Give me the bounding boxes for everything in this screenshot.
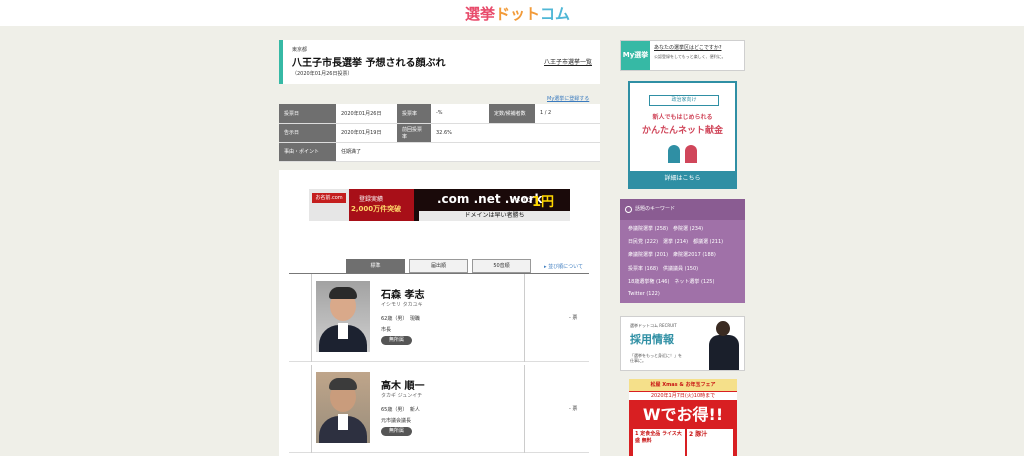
donation-header: 政治家向け: [649, 95, 719, 106]
fair-box-2: 2 豚汁: [687, 429, 733, 456]
ad-domain-word: ドメイン: [509, 197, 534, 204]
candidates-section: お名前.com 登録実績 2,000万件突破 .com .net .work ド…: [279, 170, 600, 456]
ad-red-panel: 登録実績 2,000万件突破: [349, 189, 414, 221]
candidate-photo: [316, 281, 370, 352]
candidate-votes: - 票: [569, 406, 578, 412]
candidate-age: 65歳（男） 新人: [381, 407, 420, 413]
logo-text-1: 選挙: [465, 5, 496, 23]
election-info-table: 投票日 2020年01月26日 投票率 -% 定数/候補者数 1 / 2 告示日…: [279, 104, 600, 162]
recruit-person-image: [705, 319, 743, 370]
divider: [311, 274, 312, 362]
keywords-header: 話題のキーワード: [620, 199, 745, 220]
election-date-note: （2020年01月26日投票）: [292, 71, 353, 77]
candidate-kana: タカギ ジュンイチ: [381, 393, 423, 399]
handshake-icon: [668, 141, 698, 163]
info-value: 32.6%: [431, 123, 600, 143]
keyword-line[interactable]: 参議院選挙 (258) 参院選 (234): [628, 225, 743, 232]
candidate-name[interactable]: 石森 孝志: [381, 286, 424, 301]
site-header: 選挙ドットコム: [0, 0, 1024, 26]
matsuya-fair-ad[interactable]: 松屋 Xmas & お年玉フェア 2020年1月7日(火)10時まで Wでお得!…: [629, 379, 737, 456]
keyword-line[interactable]: Twitter (122): [628, 291, 743, 297]
ad-logo-tile: お名前.com: [309, 189, 349, 221]
recruit-title: 採用情報: [630, 333, 674, 346]
my-election-badge: My選挙: [621, 41, 650, 70]
donation-line2: かんたんネット献金: [641, 126, 723, 136]
my-election-register-link[interactable]: My選挙に登録する: [547, 95, 589, 102]
divider: [524, 274, 525, 362]
info-key: 告示日: [279, 123, 336, 143]
info-row: 投票日 2020年01月26日 投票率 -% 定数/候補者数 1 / 2: [279, 104, 600, 124]
party-badge: 無所属: [381, 427, 412, 436]
candidate-position: 元市議会議長: [381, 418, 412, 424]
prefecture-label: 東京都: [292, 47, 308, 53]
candidate-photo: [316, 372, 370, 443]
donation-line1: 新人でもはじめられる: [652, 114, 713, 121]
site-logo[interactable]: 選挙ドットコム: [465, 3, 570, 24]
info-key: 事由・ポイント: [279, 142, 336, 162]
candidate-position: 市長: [381, 327, 392, 333]
candidate-row[interactable]: 高木 順一 タカギ ジュンイチ 65歳（男） 新人 元市議会議長 無所属 - 票: [289, 365, 589, 453]
donation-details-button[interactable]: 詳細はこちら: [630, 171, 735, 187]
my-election-desc: 公認登録をしてもっと楽しく、便利に。: [654, 54, 726, 59]
candidate-votes: - 票: [569, 315, 578, 321]
info-value: -%: [431, 104, 489, 124]
ad-red-line2: 2,000万件突破: [351, 205, 402, 213]
tab-kana-order[interactable]: 50音順: [472, 259, 531, 273]
info-key: 前回投票率: [397, 123, 431, 143]
net-donation-banner[interactable]: 政治家向け 新人でもはじめられる かんたんネット献金 詳細はこちら: [628, 81, 737, 189]
keyword-line[interactable]: 18歳選挙権 (146) ネット選挙 (125): [628, 278, 743, 285]
info-value: 任期満了: [336, 142, 600, 162]
logo-text-3: コム: [540, 5, 571, 23]
fair-box-1: 1 定食全品 ライス大盛 無料: [633, 429, 685, 456]
info-key: 投票日: [279, 104, 336, 124]
info-key: 投票率: [397, 104, 431, 124]
recruit-banner[interactable]: 選挙ドットコム RECRUIT 採用情報 「選挙をもっと身近に！」を仕事に。: [620, 316, 745, 371]
keywords-title: 話題のキーワード: [635, 206, 676, 212]
recruit-small: 選挙ドットコム RECRUIT: [630, 323, 677, 328]
keyword-line[interactable]: 投票率 (168) 供議議員 (150): [628, 265, 743, 272]
divider: [311, 365, 312, 453]
divider: [524, 365, 525, 453]
my-election-question[interactable]: あなたの選挙区はどこですか?: [654, 44, 722, 51]
candidate-age: 62歳（男） 現職: [381, 316, 420, 322]
candidate-kana: イシモリ タカユキ: [381, 302, 423, 308]
trending-keywords-panel: 話題のキーワード 参議院選挙 (258) 参院選 (234) 日民党 (222)…: [620, 199, 745, 303]
tab-filing-order[interactable]: 届出順: [409, 259, 468, 273]
election-title-card: 東京都 八王子市長選挙 予想される顔ぶれ （2020年01月26日投票） 八王子…: [279, 40, 600, 84]
info-value: 1 / 2: [535, 104, 600, 124]
info-row: 事由・ポイント 任期満了: [279, 142, 600, 162]
keyword-line[interactable]: 日民党 (222) 選挙 (214) 都議選 (211): [628, 238, 743, 245]
candidate-name[interactable]: 高木 順一: [381, 377, 424, 392]
about-sort-order-label: 並び順について: [548, 264, 583, 270]
domain-ad-banner[interactable]: お名前.com 登録実績 2,000万件突破 .com .net .work ド…: [309, 189, 570, 221]
ad-logo-text: お名前.com: [312, 193, 346, 203]
ad-sub-text: ドメインは早い者勝ち: [419, 211, 570, 221]
party-badge: 無所属: [381, 336, 412, 345]
logo-text-2: ドット: [495, 5, 541, 23]
candidate-row[interactable]: 石森 孝志 イシモリ タカユキ 62歳（男） 現職 市長 無所属 - 票: [289, 274, 589, 362]
fair-headline: Wでお得!!: [642, 405, 724, 424]
fair-date: 2020年1月7日(火)10時まで: [629, 392, 737, 400]
page-title: 八王子市長選挙 予想される顔ぶれ: [292, 58, 446, 69]
keyword-line[interactable]: 衆議院選挙 (201) 衆院選2017 (188): [628, 251, 743, 258]
info-row: 告示日 2020年01月19日 前回投票率 32.6%: [279, 123, 600, 143]
my-election-box[interactable]: My選挙 あなたの選挙区はどこですか? 公認登録をしてもっと楽しく、便利に。: [620, 40, 745, 71]
search-icon: [625, 206, 632, 213]
tab-standard[interactable]: 標準: [346, 259, 405, 273]
info-value: 2020年01月26日: [336, 104, 397, 124]
ad-price: 1円: [532, 195, 555, 210]
info-value: 2020年01月19日: [336, 123, 397, 143]
recruit-desc: 「選挙をもっと身近に！」を仕事に。: [630, 353, 682, 363]
fair-top: 松屋 Xmas & お年玉フェア: [629, 379, 737, 391]
about-sort-order-link[interactable]: ▸ 並び順について: [544, 263, 583, 270]
info-key: 定数/候補者数: [489, 104, 535, 124]
election-list-link[interactable]: 八王子市選挙一覧: [544, 57, 592, 66]
ad-red-line1: 登録実績: [359, 196, 384, 203]
